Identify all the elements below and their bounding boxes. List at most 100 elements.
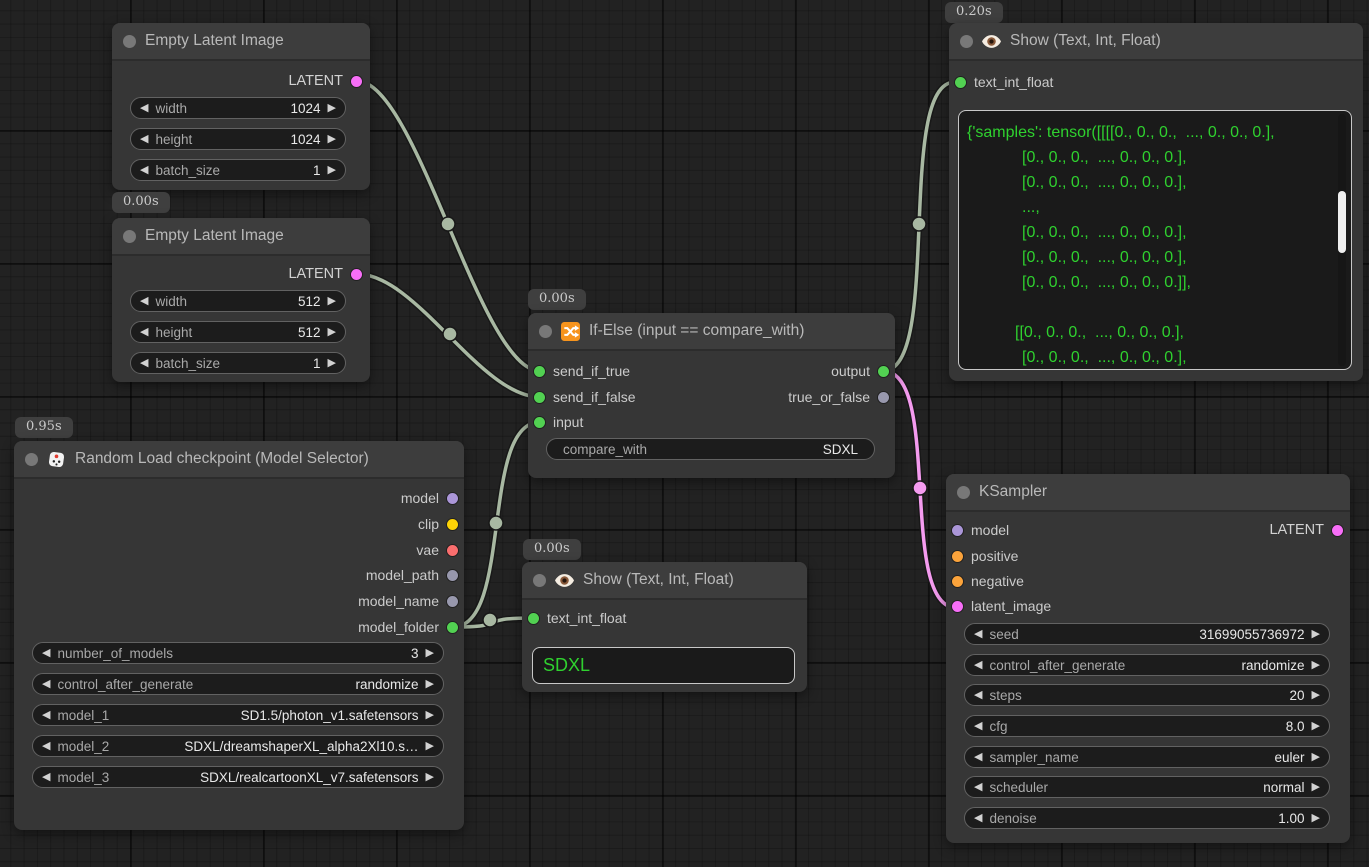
vae-port-icon[interactable] (447, 545, 458, 556)
decrement-arrow-icon[interactable]: ◀ (974, 721, 982, 732)
collapse-dot[interactable] (539, 325, 552, 338)
decrement-arrow-icon[interactable]: ◀ (140, 103, 148, 114)
output-latent[interactable]: LATENT (1269, 518, 1343, 542)
node-title-bar[interactable]: If-Else (input == compare_with) (528, 313, 895, 351)
increment-arrow-icon[interactable]: ▶ (328, 165, 336, 176)
true-or-false-port-icon[interactable] (878, 392, 889, 403)
input-text-int-float[interactable]: text_int_float (528, 606, 626, 630)
widget-batch-size[interactable]: ◀ batch_size 1 ▶ (130, 159, 346, 181)
increment-arrow-icon[interactable]: ▶ (426, 679, 434, 690)
decrement-arrow-icon[interactable]: ◀ (42, 679, 50, 690)
latent-image-port-icon[interactable] (952, 601, 963, 612)
node-graph-canvas[interactable]: Empty Latent Image LATENT ◀ width 1024 ▶… (0, 0, 1369, 867)
widget-control-after-generate[interactable]: ◀ control_after_generate randomize ▶ (964, 654, 1330, 676)
increment-arrow-icon[interactable]: ▶ (328, 134, 336, 145)
node-title-bar[interactable]: Empty Latent Image (112, 23, 370, 61)
widget-control-after-generate[interactable]: ◀ control_after_generate randomize ▶ (32, 673, 444, 695)
input-input[interactable]: input (534, 410, 583, 434)
output-vae[interactable]: vae (416, 538, 458, 562)
decrement-arrow-icon[interactable]: ◀ (140, 134, 148, 145)
node-title-bar[interactable]: Show (Text, Int, Float) (522, 562, 807, 600)
text-int-float-port-icon[interactable] (528, 613, 539, 624)
output-model[interactable]: model (401, 486, 458, 510)
node-empty-latent-image-1[interactable]: Empty Latent Image LATENT ◀ width 1024 ▶… (112, 23, 370, 190)
increment-arrow-icon[interactable]: ▶ (328, 358, 336, 369)
decrement-arrow-icon[interactable]: ◀ (42, 710, 50, 721)
widget-batch-size[interactable]: ◀ batch_size 1 ▶ (130, 352, 346, 374)
input-latent-image[interactable]: latent_image (952, 594, 1051, 618)
send-if-true-port-icon[interactable] (534, 366, 545, 377)
node-random-load-checkpoint[interactable]: Random Load checkpoint (Model Selector) … (14, 441, 464, 830)
increment-arrow-icon[interactable]: ▶ (1312, 721, 1320, 732)
input-positive[interactable]: positive (952, 544, 1018, 568)
tensor-output-textarea[interactable]: {'samples': tensor([[[[0., 0., 0., ..., … (958, 110, 1352, 370)
increment-arrow-icon[interactable]: ▶ (426, 648, 434, 659)
input-model[interactable]: model (952, 518, 1009, 542)
node-show-tensor[interactable]: Show (Text, Int, Float) text_int_float {… (949, 23, 1363, 381)
output-true-or-false[interactable]: true_or_false (788, 385, 889, 409)
widget-height[interactable]: ◀ height 512 ▶ (130, 321, 346, 343)
node-title-bar[interactable]: Random Load checkpoint (Model Selector) (14, 441, 464, 479)
collapse-dot[interactable] (25, 453, 38, 466)
decrement-arrow-icon[interactable]: ◀ (140, 296, 148, 307)
widget-cfg[interactable]: ◀ cfg 8.0 ▶ (964, 715, 1330, 737)
decrement-arrow-icon[interactable]: ◀ (974, 629, 982, 640)
output-port-icon[interactable] (878, 366, 889, 377)
widget-width[interactable]: ◀ width 1024 ▶ (130, 97, 346, 119)
input-send-if-true[interactable]: send_if_true (534, 359, 630, 383)
output-model-name[interactable]: model_name (358, 589, 458, 613)
positive-port-icon[interactable] (952, 551, 963, 562)
negative-port-icon[interactable] (952, 576, 963, 587)
decrement-arrow-icon[interactable]: ◀ (974, 813, 982, 824)
output-latent[interactable]: LATENT (288, 69, 362, 93)
widget-denoise[interactable]: ◀ denoise 1.00 ▶ (964, 807, 1330, 829)
increment-arrow-icon[interactable]: ▶ (426, 710, 434, 721)
decrement-arrow-icon[interactable]: ◀ (140, 358, 148, 369)
increment-arrow-icon[interactable]: ▶ (1312, 752, 1320, 763)
input-send-if-false[interactable]: send_if_false (534, 385, 636, 409)
widget-compare-with[interactable]: compare_with SDXL (546, 438, 875, 460)
decrement-arrow-icon[interactable]: ◀ (974, 660, 982, 671)
increment-arrow-icon[interactable]: ▶ (1312, 690, 1320, 701)
decrement-arrow-icon[interactable]: ◀ (140, 165, 148, 176)
latent-port-icon[interactable] (1332, 525, 1343, 536)
node-empty-latent-image-2[interactable]: Empty Latent Image LATENT ◀ width 512 ▶ … (112, 218, 370, 382)
decrement-arrow-icon[interactable]: ◀ (140, 327, 148, 338)
collapse-dot[interactable] (533, 574, 546, 587)
widget-model-2[interactable]: ◀ model_2 SDXL/dreamshaperXL_alpha2Xl10.… (32, 735, 444, 757)
node-title-bar[interactable]: Show (Text, Int, Float) (949, 23, 1363, 61)
collapse-dot[interactable] (123, 230, 136, 243)
model-path-port-icon[interactable] (447, 570, 458, 581)
widget-width[interactable]: ◀ width 512 ▶ (130, 290, 346, 312)
output-clip[interactable]: clip (418, 512, 458, 536)
model-port-icon[interactable] (952, 525, 963, 536)
output-model-path[interactable]: model_path (366, 563, 458, 587)
decrement-arrow-icon[interactable]: ◀ (42, 648, 50, 659)
input-text-int-float[interactable]: text_int_float (955, 70, 1053, 94)
scrollbar-thumb[interactable] (1338, 191, 1346, 253)
text-output-box[interactable]: SDXL (532, 647, 795, 684)
increment-arrow-icon[interactable]: ▶ (1312, 813, 1320, 824)
node-show-folder[interactable]: Show (Text, Int, Float) text_int_float S… (522, 562, 807, 692)
model-folder-port-icon[interactable] (447, 622, 458, 633)
node-if-else[interactable]: If-Else (input == compare_with) send_if_… (528, 313, 895, 478)
decrement-arrow-icon[interactable]: ◀ (974, 782, 982, 793)
output-output[interactable]: output (831, 359, 889, 383)
output-latent[interactable]: LATENT (288, 262, 362, 286)
widget-model-3[interactable]: ◀ model_3 SDXL/realcartoonXL_v7.safetens… (32, 766, 444, 788)
decrement-arrow-icon[interactable]: ◀ (974, 690, 982, 701)
decrement-arrow-icon[interactable]: ◀ (42, 772, 50, 783)
collapse-dot[interactable] (957, 486, 970, 499)
node-title-bar[interactable]: Empty Latent Image (112, 218, 370, 256)
widget-scheduler[interactable]: ◀ scheduler normal ▶ (964, 776, 1330, 798)
increment-arrow-icon[interactable]: ▶ (328, 103, 336, 114)
latent-port-icon[interactable] (351, 76, 362, 87)
send-if-false-port-icon[interactable] (534, 392, 545, 403)
widget-number-of-models[interactable]: ◀ number_of_models 3 ▶ (32, 642, 444, 664)
widget-seed[interactable]: ◀ seed 31699055736972 ▶ (964, 623, 1330, 645)
input-negative[interactable]: negative (952, 569, 1024, 593)
input-port-icon[interactable] (534, 417, 545, 428)
increment-arrow-icon[interactable]: ▶ (426, 741, 434, 752)
increment-arrow-icon[interactable]: ▶ (426, 772, 434, 783)
collapse-dot[interactable] (123, 35, 136, 48)
